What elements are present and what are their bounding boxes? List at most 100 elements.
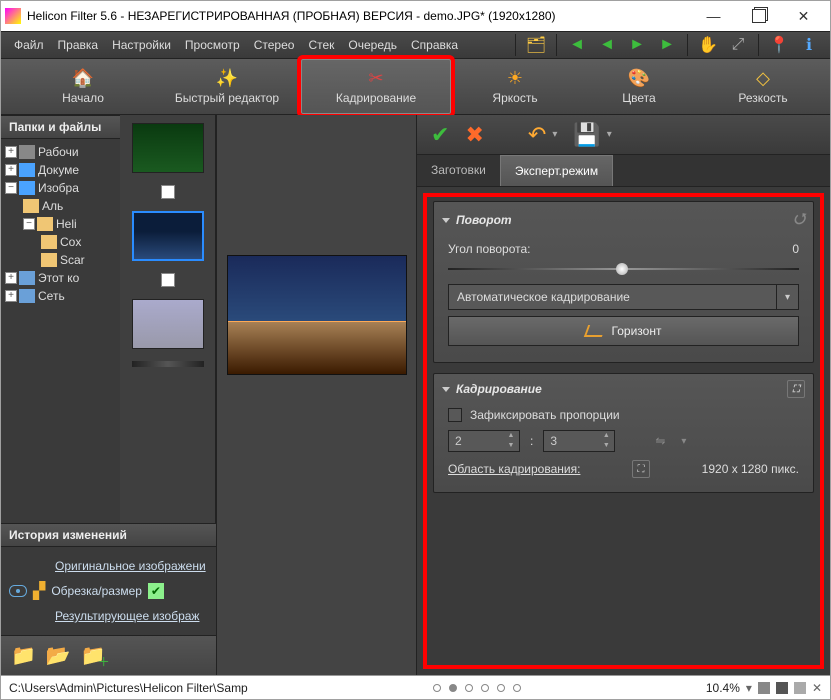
menu-view[interactable]: Просмотр xyxy=(178,38,247,52)
eye-icon xyxy=(9,585,27,597)
zoom-dropdown[interactable]: ▾ xyxy=(746,681,752,695)
window-title: Helicon Filter 5.6 - НЕЗАРЕГИСТРИРОВАННА… xyxy=(27,9,691,23)
reset-icon[interactable]: ⭯ xyxy=(793,208,805,232)
undo-icon[interactable]: ↶ xyxy=(528,122,546,148)
menu-queue[interactable]: Очередь xyxy=(341,38,404,52)
lock-icon[interactable]: ⇋ xyxy=(655,434,665,448)
thumbnail[interactable] xyxy=(132,299,204,349)
horizon-button[interactable]: Горизонт xyxy=(448,316,799,346)
folders-icon[interactable]: 🗂 xyxy=(525,34,547,56)
mode-start[interactable]: 🏠 Начало xyxy=(13,59,153,114)
folder-tree[interactable]: +Рабочи +Докуме −Изобра Аль −Heli Cox Sc… xyxy=(1,139,120,523)
thumbnail-check[interactable] xyxy=(161,185,175,199)
nav-fwd-icon[interactable]: ► xyxy=(626,34,648,56)
close-button[interactable]: ✕ xyxy=(781,2,826,30)
thumbnail-selected[interactable] xyxy=(132,211,204,261)
hand-icon[interactable]: ✋ xyxy=(697,34,719,56)
app-icon xyxy=(5,8,21,24)
history-result[interactable]: Результирующее изображ xyxy=(9,605,208,627)
angle-slider[interactable] xyxy=(448,262,799,276)
ruler-icon xyxy=(583,325,605,337)
nav-back2-icon[interactable]: ◄ xyxy=(596,34,618,56)
menu-stack[interactable]: Стек xyxy=(301,38,341,52)
open-file-icon[interactable]: 📂 xyxy=(46,643,71,668)
undo-dropdown[interactable]: ▾ xyxy=(552,129,557,140)
mode-label: Кадрирование xyxy=(336,91,416,105)
fullscreen-icon[interactable]: ⛶ xyxy=(632,460,650,478)
ratio-dropdown[interactable]: ▾ xyxy=(681,436,686,447)
right-tabs: Заготовки Эксперт.режим xyxy=(417,155,830,187)
mode-sharpness[interactable]: ◇ Резкость xyxy=(703,59,823,114)
chevron-down-icon: ▾ xyxy=(777,284,799,310)
nav-fwd2-icon[interactable]: ► xyxy=(656,34,678,56)
auto-crop-select[interactable]: Автоматическое кадрирование ▾ xyxy=(448,284,799,310)
ratio-w-input[interactable]: 2▲▼ xyxy=(448,430,520,452)
swatch-icon[interactable] xyxy=(776,682,788,694)
apply-icon[interactable]: ✔ xyxy=(431,122,449,148)
home-icon: 🏠 xyxy=(72,68,94,89)
scissors-icon: ✂ xyxy=(368,68,383,89)
collapse-icon[interactable] xyxy=(442,218,450,223)
history-crop[interactable]: ▞ Обрезка/размер ✔ xyxy=(9,577,208,605)
history-header: История изменений xyxy=(1,523,216,547)
expert-panel: Поворот⭯ Угол поворота: 0 Автоматическое… xyxy=(423,193,824,669)
swatch-icon[interactable] xyxy=(794,682,806,694)
add-file-icon[interactable]: 📁＋ xyxy=(81,643,106,668)
fix-proportions-checkbox[interactable] xyxy=(448,408,462,422)
cancel-icon[interactable]: ✖ xyxy=(465,122,483,148)
thumbnail[interactable] xyxy=(132,123,204,173)
nav-back-icon[interactable]: ◄ xyxy=(566,34,588,56)
left-bottom-toolbar: 📁 📂 📁＋ xyxy=(1,635,216,675)
zoomfit-icon[interactable]: ⤢ xyxy=(727,34,749,56)
ratio-h-input[interactable]: 3▲▼ xyxy=(543,430,615,452)
crop-area-label[interactable]: Область кадрирования: xyxy=(448,462,580,476)
fix-proportions-label: Зафиксировать пропорции xyxy=(470,408,620,422)
section-rotate: Поворот⭯ Угол поворота: 0 Автоматическое… xyxy=(433,201,814,363)
image-preview xyxy=(227,255,407,375)
menu-settings[interactable]: Настройки xyxy=(105,38,178,52)
mode-colors[interactable]: 🎨 Цвета xyxy=(579,59,699,114)
mode-brightness[interactable]: ☀ Яркость xyxy=(455,59,575,114)
info-icon[interactable]: ℹ xyxy=(798,34,820,56)
close-small-icon[interactable]: ✕ xyxy=(812,681,822,695)
mode-label: Резкость xyxy=(738,91,787,105)
swatch-icon[interactable] xyxy=(758,682,770,694)
mode-label: Цвета xyxy=(622,91,655,105)
check-icon: ✔ xyxy=(148,583,164,599)
history-original[interactable]: Оригинальное изображени xyxy=(9,555,208,577)
menu-help[interactable]: Справка xyxy=(404,38,465,52)
save-icon[interactable]: 💾 xyxy=(573,122,600,148)
menu-stereo[interactable]: Стерео xyxy=(247,38,302,52)
mode-quick-editor[interactable]: ✨ Быстрый редактор xyxy=(157,59,297,114)
expand-icon[interactable]: ⛶ xyxy=(787,380,805,398)
thumb-scrollbar[interactable] xyxy=(132,361,204,367)
pin-icon[interactable]: 📍 xyxy=(768,34,790,56)
crop-area-value: 1920 x 1280 пикс. xyxy=(702,462,799,476)
section-crop: Кадрирование⛶ Зафиксировать пропорции 2▲… xyxy=(433,373,814,493)
save-dropdown[interactable]: ▾ xyxy=(607,129,612,140)
thumbnail-check[interactable] xyxy=(161,273,175,287)
angle-value: 0 xyxy=(792,242,799,256)
status-path: C:\Users\Admin\Pictures\Helicon Filter\S… xyxy=(9,681,248,695)
mode-label: Быстрый редактор xyxy=(175,91,279,105)
menu-edit[interactable]: Правка xyxy=(51,38,106,52)
folder-icon[interactable]: 📁 xyxy=(11,643,36,668)
image-preview-area[interactable] xyxy=(217,115,417,675)
minimize-button[interactable]: — xyxy=(691,2,736,30)
tab-presets[interactable]: Заготовки xyxy=(417,155,500,186)
tab-expert[interactable]: Эксперт.режим xyxy=(500,155,613,186)
history-panel: Оригинальное изображени ▞ Обрезка/размер… xyxy=(1,547,216,635)
restore-button[interactable] xyxy=(736,2,781,30)
palette-icon: 🎨 xyxy=(628,68,650,89)
titlebar: Helicon Filter 5.6 - НЕЗАРЕГИСТРИРОВАННА… xyxy=(1,1,830,31)
collapse-icon[interactable] xyxy=(442,387,450,392)
menu-file[interactable]: Файл xyxy=(7,38,51,52)
mode-crop[interactable]: ✂ Кадрирование xyxy=(301,59,451,114)
menubar: Файл Правка Настройки Просмотр Стерео Ст… xyxy=(1,31,830,59)
angle-label: Угол поворота: xyxy=(448,242,530,256)
mode-bar: 🏠 Начало ✨ Быстрый редактор ✂ Кадрирован… xyxy=(1,59,830,115)
mode-label: Яркость xyxy=(492,91,537,105)
zoom-value: 10.4% xyxy=(706,681,740,695)
mode-label: Начало xyxy=(62,91,104,105)
right-toolbar: ✔ ✖ ↶ ▾ 💾 ▾ xyxy=(417,115,830,155)
